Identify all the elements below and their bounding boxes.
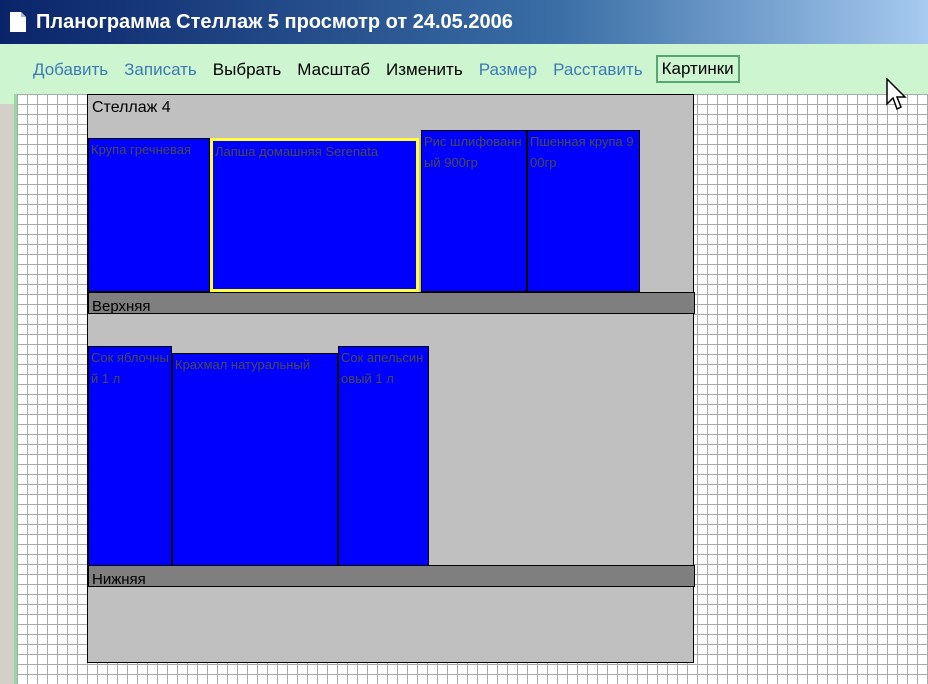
- product-block[interactable]: Пшенная крупа 900гр: [527, 130, 640, 292]
- window-title: Планограмма Стеллаж 5 просмотр от 24.05.…: [36, 10, 513, 33]
- product-block[interactable]: Сок яблочный 1 л: [88, 346, 172, 568]
- product-block[interactable]: Рис шлифованный 900гр: [421, 130, 527, 292]
- menu-item-save[interactable]: Записать: [121, 58, 200, 82]
- product-block[interactable]: Крупа гречневая: [88, 138, 210, 292]
- rack-title: Стеллаж 4: [92, 99, 171, 116]
- menu-item-edit[interactable]: Изменить: [383, 58, 466, 82]
- menu-item-size[interactable]: Размер: [476, 58, 540, 82]
- product-block[interactable]: Крахмал натуральный: [172, 353, 338, 568]
- menu-item-select[interactable]: Выбрать: [210, 58, 284, 82]
- menu-item-add[interactable]: Добавить: [30, 58, 111, 82]
- product-block-selected[interactable]: Лапша домашняя Serenata: [210, 138, 419, 292]
- mouse-pointer-icon: [886, 78, 907, 111]
- shelf-upper[interactable]: Верхняя: [88, 292, 695, 314]
- title-bar: Планограмма Стеллаж 5 просмотр от 24.05.…: [0, 0, 928, 44]
- rack[interactable]: Стеллаж 4 Крупа гречневая Лапша домашняя…: [87, 94, 695, 663]
- menu-item-arrange[interactable]: Расставить: [550, 58, 645, 82]
- menu-item-pictures[interactable]: Картинки: [655, 55, 740, 83]
- planogram-canvas[interactable]: Стеллаж 4 Крупа гречневая Лапша домашняя…: [14, 94, 928, 684]
- document-icon: [10, 12, 26, 32]
- product-block[interactable]: Сок апельсиновый 1 л: [338, 346, 429, 568]
- menu-item-scale[interactable]: Масштаб: [294, 58, 373, 82]
- shelf-lower[interactable]: Нижняя: [88, 565, 695, 587]
